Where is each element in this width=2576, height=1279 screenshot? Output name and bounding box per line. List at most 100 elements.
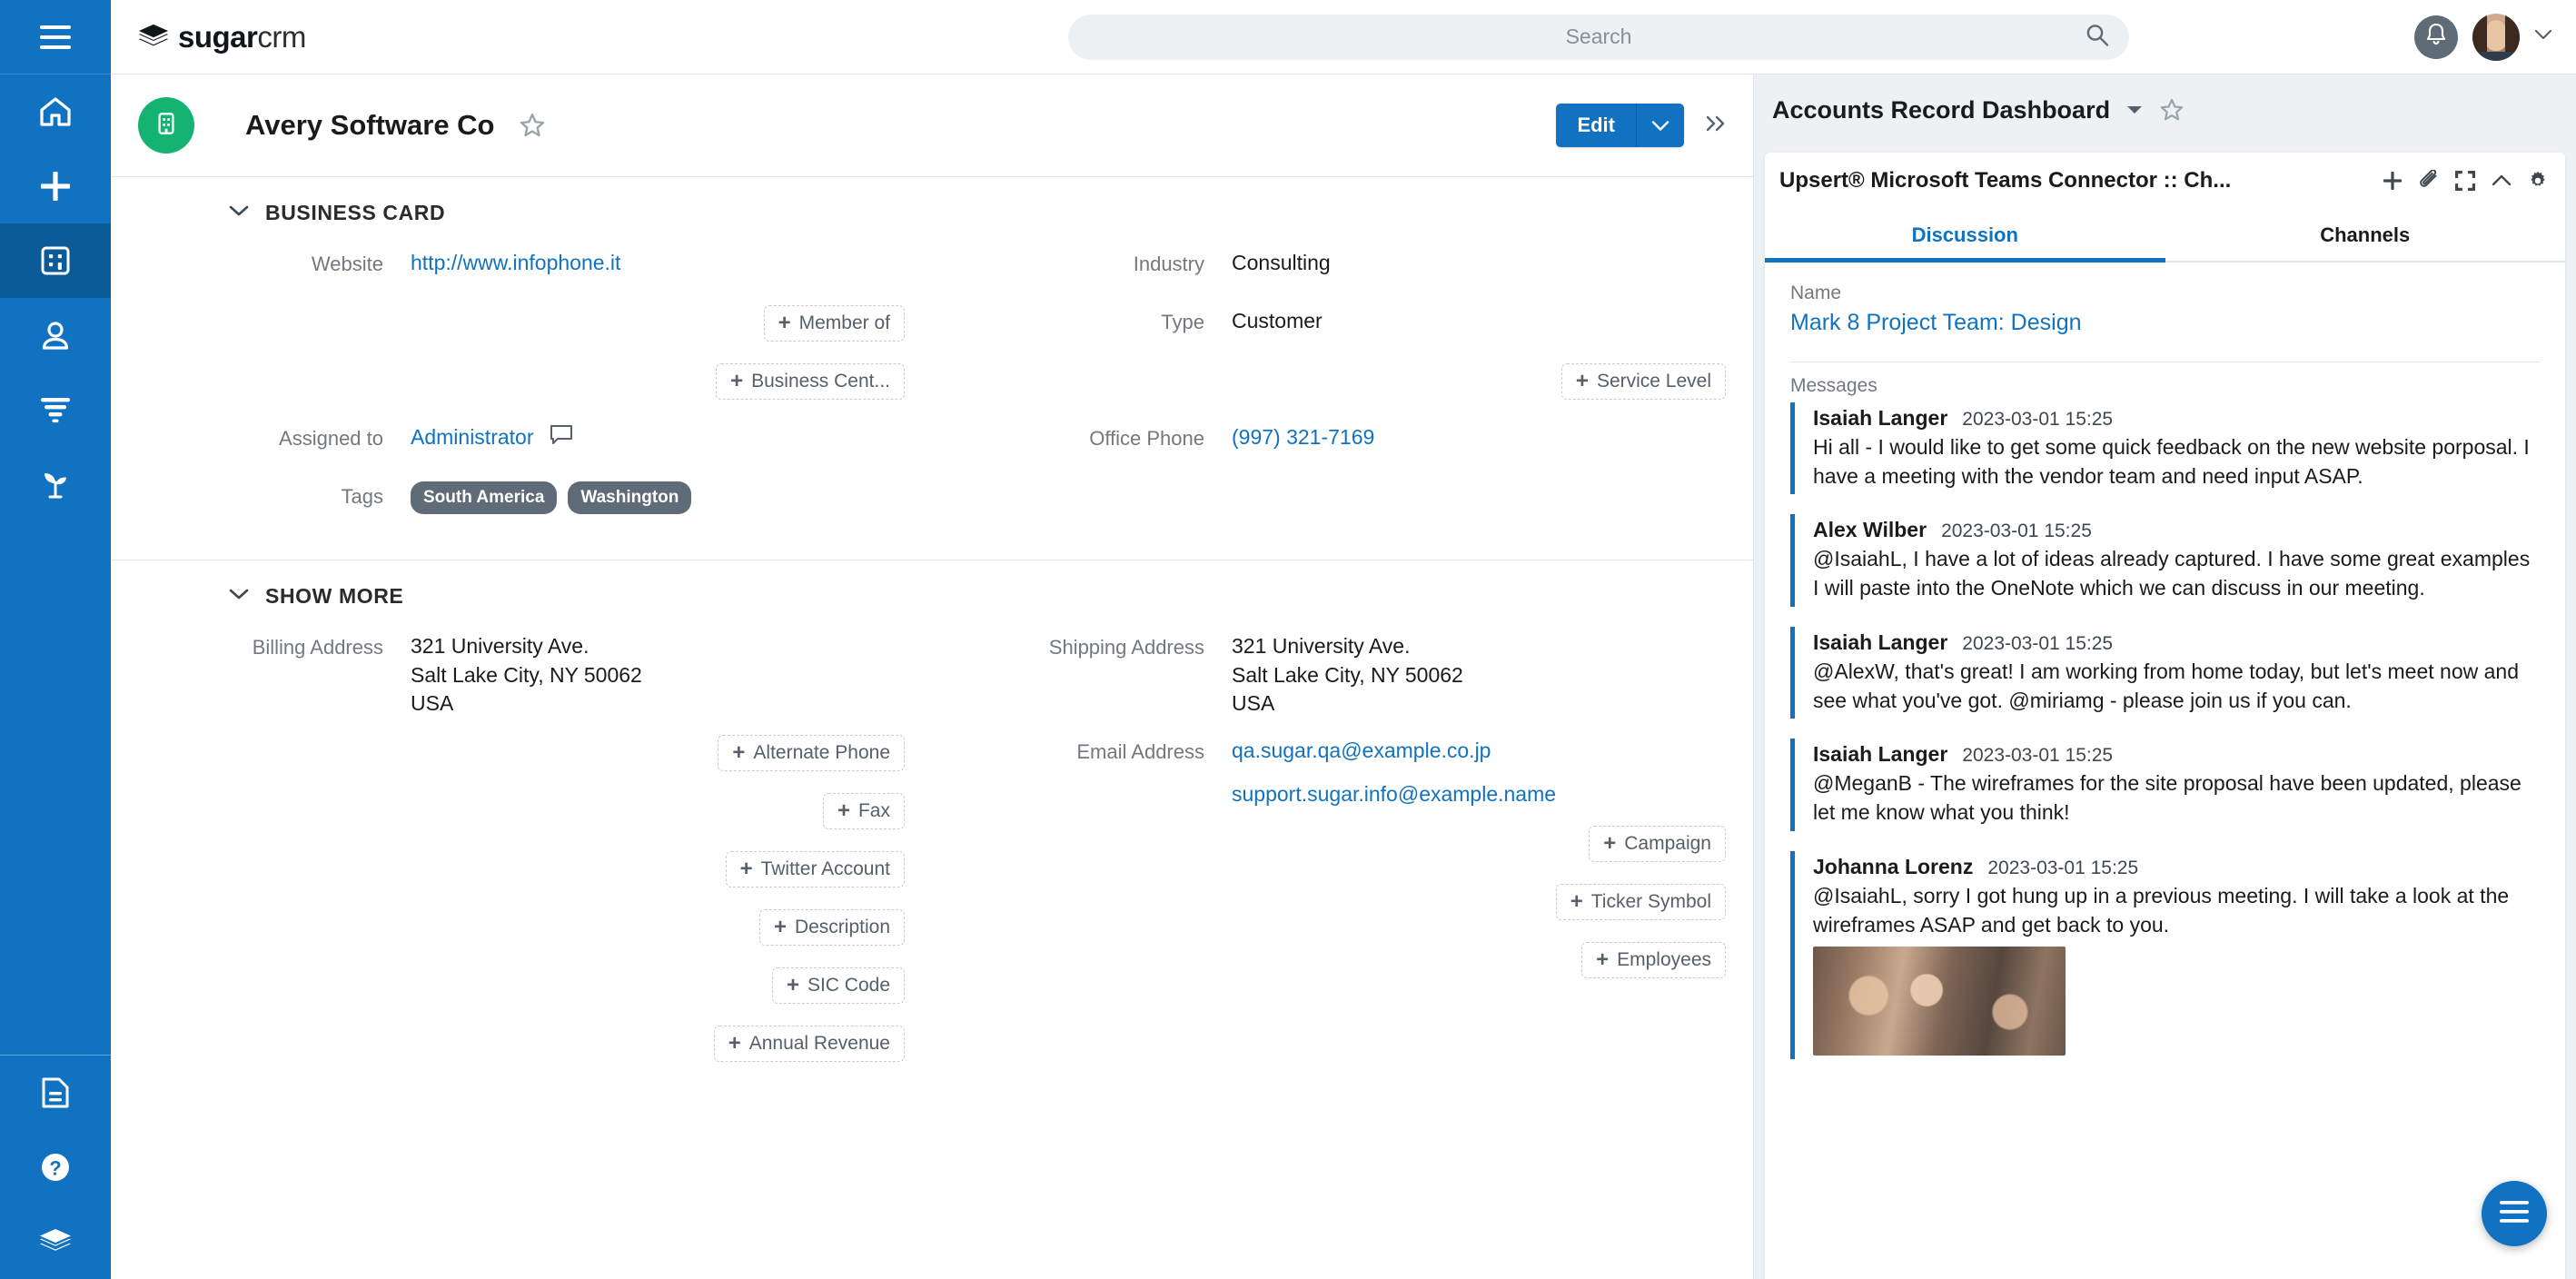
field-row: + Business Cent... xyxy=(111,363,932,405)
add-field-button[interactable]: + Fax xyxy=(822,793,905,830)
field-row: Industry Consulting xyxy=(932,247,1753,289)
message-timestamp: 2023-03-01 15:25 xyxy=(1962,745,2114,767)
add-field-button[interactable]: + Ticker Symbol xyxy=(1555,883,1726,920)
field-value-link[interactable]: Administrator xyxy=(411,425,533,449)
sidebar-item-more[interactable] xyxy=(0,1205,111,1279)
brand-name-light: crm xyxy=(257,19,306,54)
message-author: Isaiah Langer xyxy=(1813,630,1948,654)
tab-channels[interactable]: Channels xyxy=(2165,209,2566,261)
show-more-fields: Billing Address 321 University Ave. Salt … xyxy=(111,630,1753,1105)
message-author: Isaiah Langer xyxy=(1813,742,1948,767)
avatar-shirt xyxy=(2472,51,2520,61)
sprout-icon xyxy=(40,469,71,500)
add-field-button[interactable]: + Alternate Phone xyxy=(718,735,905,772)
field-label: Office Phone xyxy=(1089,427,1204,450)
message-author: Johanna Lorenz xyxy=(1813,854,1974,878)
field-value-text: 321 University Ave. Salt Lake City, NY 5… xyxy=(1232,634,1463,716)
add-field-button[interactable]: + Employees xyxy=(1581,941,1726,978)
gear-icon[interactable] xyxy=(2527,170,2549,192)
building-icon xyxy=(40,245,71,276)
sidebar-item-documents[interactable] xyxy=(0,1056,111,1130)
field-value-text: Customer xyxy=(1232,309,1323,332)
dashboard-favorite-star-button[interactable] xyxy=(2159,97,2185,123)
tab-discussion[interactable]: Discussion xyxy=(1765,209,2165,263)
message-item: Isaiah Langer 2023-03-01 15:25 Hi all - I … xyxy=(1790,402,2540,495)
notifications-button[interactable] xyxy=(2414,15,2458,59)
message-timestamp: 2023-03-01 15:25 xyxy=(1987,857,2139,878)
funnel-icon xyxy=(40,396,71,423)
field-row: + Alternate Phone xyxy=(111,735,932,777)
sidebar-item-create[interactable] xyxy=(0,149,111,223)
add-field-label: SIC Code xyxy=(807,975,890,996)
chevron-down-icon[interactable] xyxy=(1636,104,1684,147)
team-name-link[interactable]: Mark 8 Project Team: Design xyxy=(1790,310,2540,336)
tag-chip[interactable]: Washington xyxy=(568,481,692,515)
message-item: Alex Wilber 2023-03-01 15:25 @IsaiahL, I h… xyxy=(1790,514,2540,607)
record-actions: Edit xyxy=(1556,104,1731,147)
chevron-up-icon[interactable] xyxy=(2491,173,2512,189)
field-value: 321 University Ave. Salt Lake City, NY 5… xyxy=(1232,630,1753,719)
home-icon xyxy=(39,96,72,127)
add-field-button[interactable]: + Annual Revenue xyxy=(713,1026,905,1063)
field-row: Website http://www.infophone.it xyxy=(111,247,932,289)
top-bar: sugarcrm Search xyxy=(111,0,2576,74)
body-split: Avery Software Co Edit BUSINESS CARD Web… xyxy=(111,74,2576,1279)
add-field-label: Member of xyxy=(798,312,890,333)
add-field-button[interactable]: + Member of xyxy=(763,305,905,342)
paperclip-icon[interactable] xyxy=(2418,170,2440,192)
tag-chip[interactable]: South America xyxy=(411,481,558,515)
message-text: @AlexW, that's great! I am working from … xyxy=(1813,659,2519,712)
sidebar-item-leads[interactable] xyxy=(0,372,111,447)
add-field-label: Annual Revenue xyxy=(748,1033,890,1055)
add-field-button[interactable]: + Twitter Account xyxy=(725,851,905,888)
field-value-link[interactable]: (997) 321-7169 xyxy=(1232,425,1374,449)
field-row: + Service Level xyxy=(932,363,1753,405)
comment-icon[interactable] xyxy=(550,424,573,451)
chevron-down-icon[interactable] xyxy=(2126,104,2143,115)
add-field-button[interactable]: + Business Cent... xyxy=(716,363,905,400)
plus-icon[interactable] xyxy=(2382,170,2403,192)
sidebar-item-menu[interactable] xyxy=(0,0,111,74)
field-label: Email Address xyxy=(1076,740,1204,764)
search-input[interactable]: Search xyxy=(1068,14,2129,60)
message-author: Alex Wilber xyxy=(1813,518,1927,542)
rail-spacer xyxy=(0,521,111,1055)
sidebar-item-accounts[interactable] xyxy=(0,223,111,298)
field-row: + Description xyxy=(111,909,932,951)
search-icon[interactable] xyxy=(2086,23,2109,51)
add-field-label: Twitter Account xyxy=(760,858,890,880)
add-field-label: Employees xyxy=(1617,948,1711,970)
plus-icon: + xyxy=(778,311,791,335)
plus-icon: + xyxy=(837,798,850,824)
brand-logo-area[interactable]: sugarcrm xyxy=(111,20,783,55)
message-attachment-image[interactable] xyxy=(1813,947,2066,1056)
sidebar-item-home[interactable] xyxy=(0,74,111,149)
field-value-text: Consulting xyxy=(1232,251,1331,274)
bell-icon xyxy=(2425,23,2447,51)
email-link[interactable]: qa.sugar.qa@example.co.jp xyxy=(1232,737,1753,766)
person-icon xyxy=(40,320,71,351)
sidebar-item-contacts[interactable] xyxy=(0,298,111,372)
plus-icon: + xyxy=(786,973,799,998)
show-more-section-toggle[interactable]: SHOW MORE xyxy=(111,560,1753,630)
add-field-button[interactable]: + Campaign xyxy=(1589,825,1726,862)
edit-button[interactable]: Edit xyxy=(1556,104,1684,147)
add-field-button[interactable]: + Description xyxy=(758,909,905,947)
add-field-button[interactable]: + SIC Code xyxy=(771,967,905,1005)
favorite-star-button[interactable] xyxy=(519,112,546,139)
contract-icon[interactable] xyxy=(2454,170,2476,192)
avatar[interactable] xyxy=(2472,13,2520,61)
message-header: Johanna Lorenz 2023-03-01 15:25 xyxy=(1813,855,2540,879)
svg-text:?: ? xyxy=(49,1157,61,1180)
business-card-section-toggle[interactable]: BUSINESS CARD xyxy=(111,177,1753,247)
message-text: @IsaiahL, sorry I got hung up in a previ… xyxy=(1813,883,2510,937)
chevron-down-icon xyxy=(229,588,249,605)
add-field-button[interactable]: + Service Level xyxy=(1560,363,1726,400)
field-value-link[interactable]: http://www.infophone.it xyxy=(411,251,620,274)
chevron-down-icon[interactable] xyxy=(2534,28,2552,45)
email-link[interactable]: support.sugar.info@example.name xyxy=(1232,780,1753,809)
floating-menu-button[interactable] xyxy=(2482,1181,2547,1246)
sidebar-item-help[interactable]: ? xyxy=(0,1130,111,1205)
double-chevron-right-icon[interactable] xyxy=(1700,108,1731,144)
sidebar-item-opportunities[interactable] xyxy=(0,447,111,521)
